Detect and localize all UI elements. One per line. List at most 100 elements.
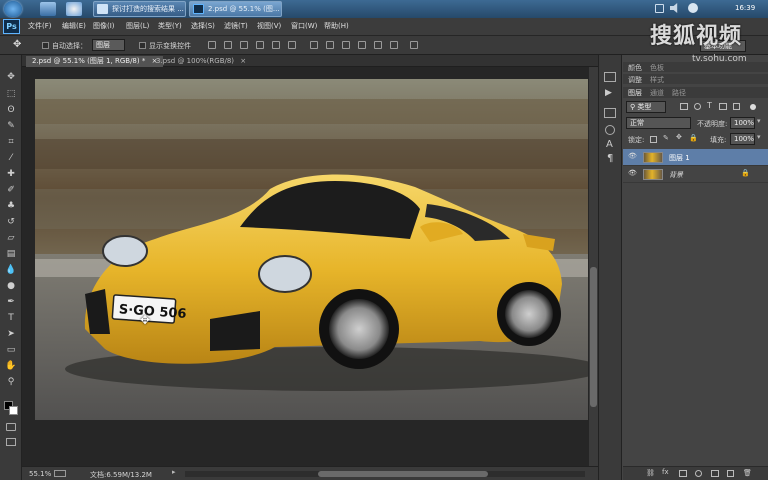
status-menu-arrow-icon[interactable]: ▸ <box>172 468 176 476</box>
history-brush-tool-icon[interactable]: ↺ <box>5 217 17 228</box>
new-layer-icon[interactable] <box>727 470 734 477</box>
history-panel-icon[interactable] <box>604 72 616 82</box>
align-hcenter-icon[interactable] <box>272 41 280 49</box>
menu-image[interactable]: 图像(I) <box>93 21 115 31</box>
visibility-eye-icon[interactable]: 👁 <box>628 169 637 177</box>
filter-toggle-icon[interactable] <box>750 104 756 110</box>
opacity-input[interactable]: 100% <box>730 117 755 129</box>
tab-adjustments[interactable]: 调整 <box>628 75 642 85</box>
menu-file[interactable]: 文件(F) <box>28 21 52 31</box>
type-tool-icon[interactable]: T <box>5 313 17 324</box>
menu-layer[interactable]: 图层(L) <box>126 21 149 31</box>
horizontal-scrollbar[interactable] <box>185 471 585 477</box>
eyedropper-tool-icon[interactable]: ⁄ <box>5 153 17 164</box>
zoom-tool-icon[interactable]: ⚲ <box>5 377 17 388</box>
tab-styles[interactable]: 样式 <box>650 75 664 85</box>
layer-row-background[interactable]: 👁 背景 🔒 <box>623 166 768 183</box>
menu-help[interactable]: 帮助(H) <box>324 21 349 31</box>
healing-brush-tool-icon[interactable]: ✚ <box>5 169 17 180</box>
distribute-vcenter-icon[interactable] <box>326 41 334 49</box>
zoom-level[interactable]: 55.1% <box>29 470 51 478</box>
blend-mode-dropdown[interactable]: 正常 <box>626 117 691 129</box>
distribute-left-icon[interactable] <box>358 41 366 49</box>
taskbar-window-photoshop[interactable]: 2.psd @ 55.1% (图... <box>189 1 282 17</box>
show-transform-checkbox[interactable] <box>139 42 146 49</box>
align-vcenter-icon[interactable] <box>224 41 232 49</box>
status-toggle-icon[interactable] <box>54 470 66 477</box>
tray-action-center-icon[interactable] <box>688 3 698 13</box>
tray-network-icon[interactable] <box>655 4 664 13</box>
properties-panel-icon[interactable] <box>604 108 616 118</box>
filter-adjustment-icon[interactable] <box>694 103 701 110</box>
fill-input[interactable]: 100% <box>730 133 755 145</box>
move-tool-preset-icon[interactable]: ✥ <box>13 39 21 50</box>
layer1-name[interactable]: 图层 1 <box>669 153 690 163</box>
pen-tool-icon[interactable]: ✒ <box>5 297 17 308</box>
menu-edit[interactable]: 编辑(E) <box>62 21 86 31</box>
auto-select-dropdown[interactable]: 图层 <box>92 39 125 51</box>
distribute-bottom-icon[interactable] <box>342 41 350 49</box>
distribute-right-icon[interactable] <box>390 41 398 49</box>
tab-color[interactable]: 颜色 <box>628 63 642 73</box>
tab-channels[interactable]: 通道 <box>650 88 664 98</box>
delete-layer-icon[interactable]: 🗑 <box>743 469 752 477</box>
horizontal-scroll-thumb[interactable] <box>318 471 488 477</box>
align-bottom-icon[interactable] <box>240 41 248 49</box>
rectangle-tool-icon[interactable]: ▭ <box>5 345 17 356</box>
path-select-tool-icon[interactable]: ➤ <box>5 329 17 340</box>
marquee-tool-icon[interactable]: ⬚ <box>5 89 17 100</box>
menu-type[interactable]: 类型(Y) <box>158 21 182 31</box>
document-image[interactable]: S·GO 506 <box>35 79 588 420</box>
menu-filter[interactable]: 滤镜(T) <box>224 21 248 31</box>
menu-view[interactable]: 视图(V) <box>257 21 281 31</box>
lock-position-icon[interactable]: ✥ <box>676 133 682 141</box>
actions-panel-icon[interactable]: ▶ <box>605 88 612 98</box>
auto-align-icon[interactable] <box>410 41 418 49</box>
lock-transparent-icon[interactable] <box>650 136 657 143</box>
explorer-taskbar-icon[interactable] <box>40 2 56 16</box>
link-layers-icon[interactable]: ⛓ <box>646 469 655 477</box>
gradient-tool-icon[interactable]: ▤ <box>5 249 17 260</box>
align-top-icon[interactable] <box>208 41 216 49</box>
align-right-icon[interactable] <box>288 41 296 49</box>
background-layer-name[interactable]: 背景 <box>669 170 683 180</box>
filter-pixel-icon[interactable] <box>680 103 688 110</box>
fill-arrow-icon[interactable]: ▾ <box>757 133 761 141</box>
filter-smart-object-icon[interactable] <box>733 103 740 110</box>
menu-window[interactable]: 窗口(W) <box>291 21 317 31</box>
layer-row-layer1[interactable]: 👁 图层 1 <box>623 149 768 166</box>
ie-taskbar-icon[interactable] <box>66 2 82 16</box>
screen-mode-icon[interactable] <box>6 438 16 446</box>
blur-tool-icon[interactable]: 💧 <box>5 265 17 276</box>
vertical-scroll-thumb[interactable] <box>590 267 597 407</box>
tab-swatches[interactable]: 色板 <box>650 63 664 73</box>
quick-select-tool-icon[interactable]: ✎ <box>5 121 17 132</box>
taskbar-window-browser[interactable]: 探讨打造的搜索结果 ... <box>93 1 186 17</box>
quick-mask-icon[interactable] <box>6 423 16 431</box>
doc-tab-2psd[interactable]: 2.psd @ 55.1% (图层 1, RGB/8) * × <box>26 56 164 67</box>
crop-tool-icon[interactable]: ⌗ <box>5 137 17 148</box>
move-tool-icon[interactable]: ✥ <box>5 72 17 83</box>
auto-select-checkbox[interactable] <box>42 42 49 49</box>
lasso-tool-icon[interactable]: ʘ <box>5 105 17 116</box>
new-group-icon[interactable] <box>711 470 719 477</box>
info-panel-icon[interactable] <box>605 125 615 135</box>
tab-layers[interactable]: 图层 <box>628 88 642 98</box>
filter-shape-icon[interactable] <box>719 103 727 110</box>
lock-image-icon[interactable]: ✎ <box>663 134 669 142</box>
hand-tool-icon[interactable]: ✋ <box>5 361 17 372</box>
paragraph-panel-icon[interactable]: ¶ <box>607 153 613 164</box>
brush-tool-icon[interactable]: ✐ <box>5 185 17 196</box>
doc-tab-3psd[interactable]: 3.psd @ 100%(RGB/8) × <box>150 56 252 67</box>
layer-filter-dropdown[interactable]: ⚲ 类型 <box>626 101 666 113</box>
visibility-eye-icon[interactable]: 👁 <box>628 152 637 160</box>
distribute-hcenter-icon[interactable] <box>374 41 382 49</box>
opacity-arrow-icon[interactable]: ▾ <box>757 117 761 125</box>
doc-size-info[interactable]: 文档:6.59M/13.2M <box>90 470 152 480</box>
layer-style-icon[interactable]: fx <box>662 468 669 476</box>
background-color-swatch[interactable] <box>9 406 18 415</box>
add-mask-icon[interactable] <box>679 470 687 477</box>
vertical-scrollbar[interactable] <box>589 67 598 466</box>
clone-stamp-tool-icon[interactable]: ♣ <box>5 201 17 212</box>
character-panel-icon[interactable]: A <box>606 139 613 150</box>
